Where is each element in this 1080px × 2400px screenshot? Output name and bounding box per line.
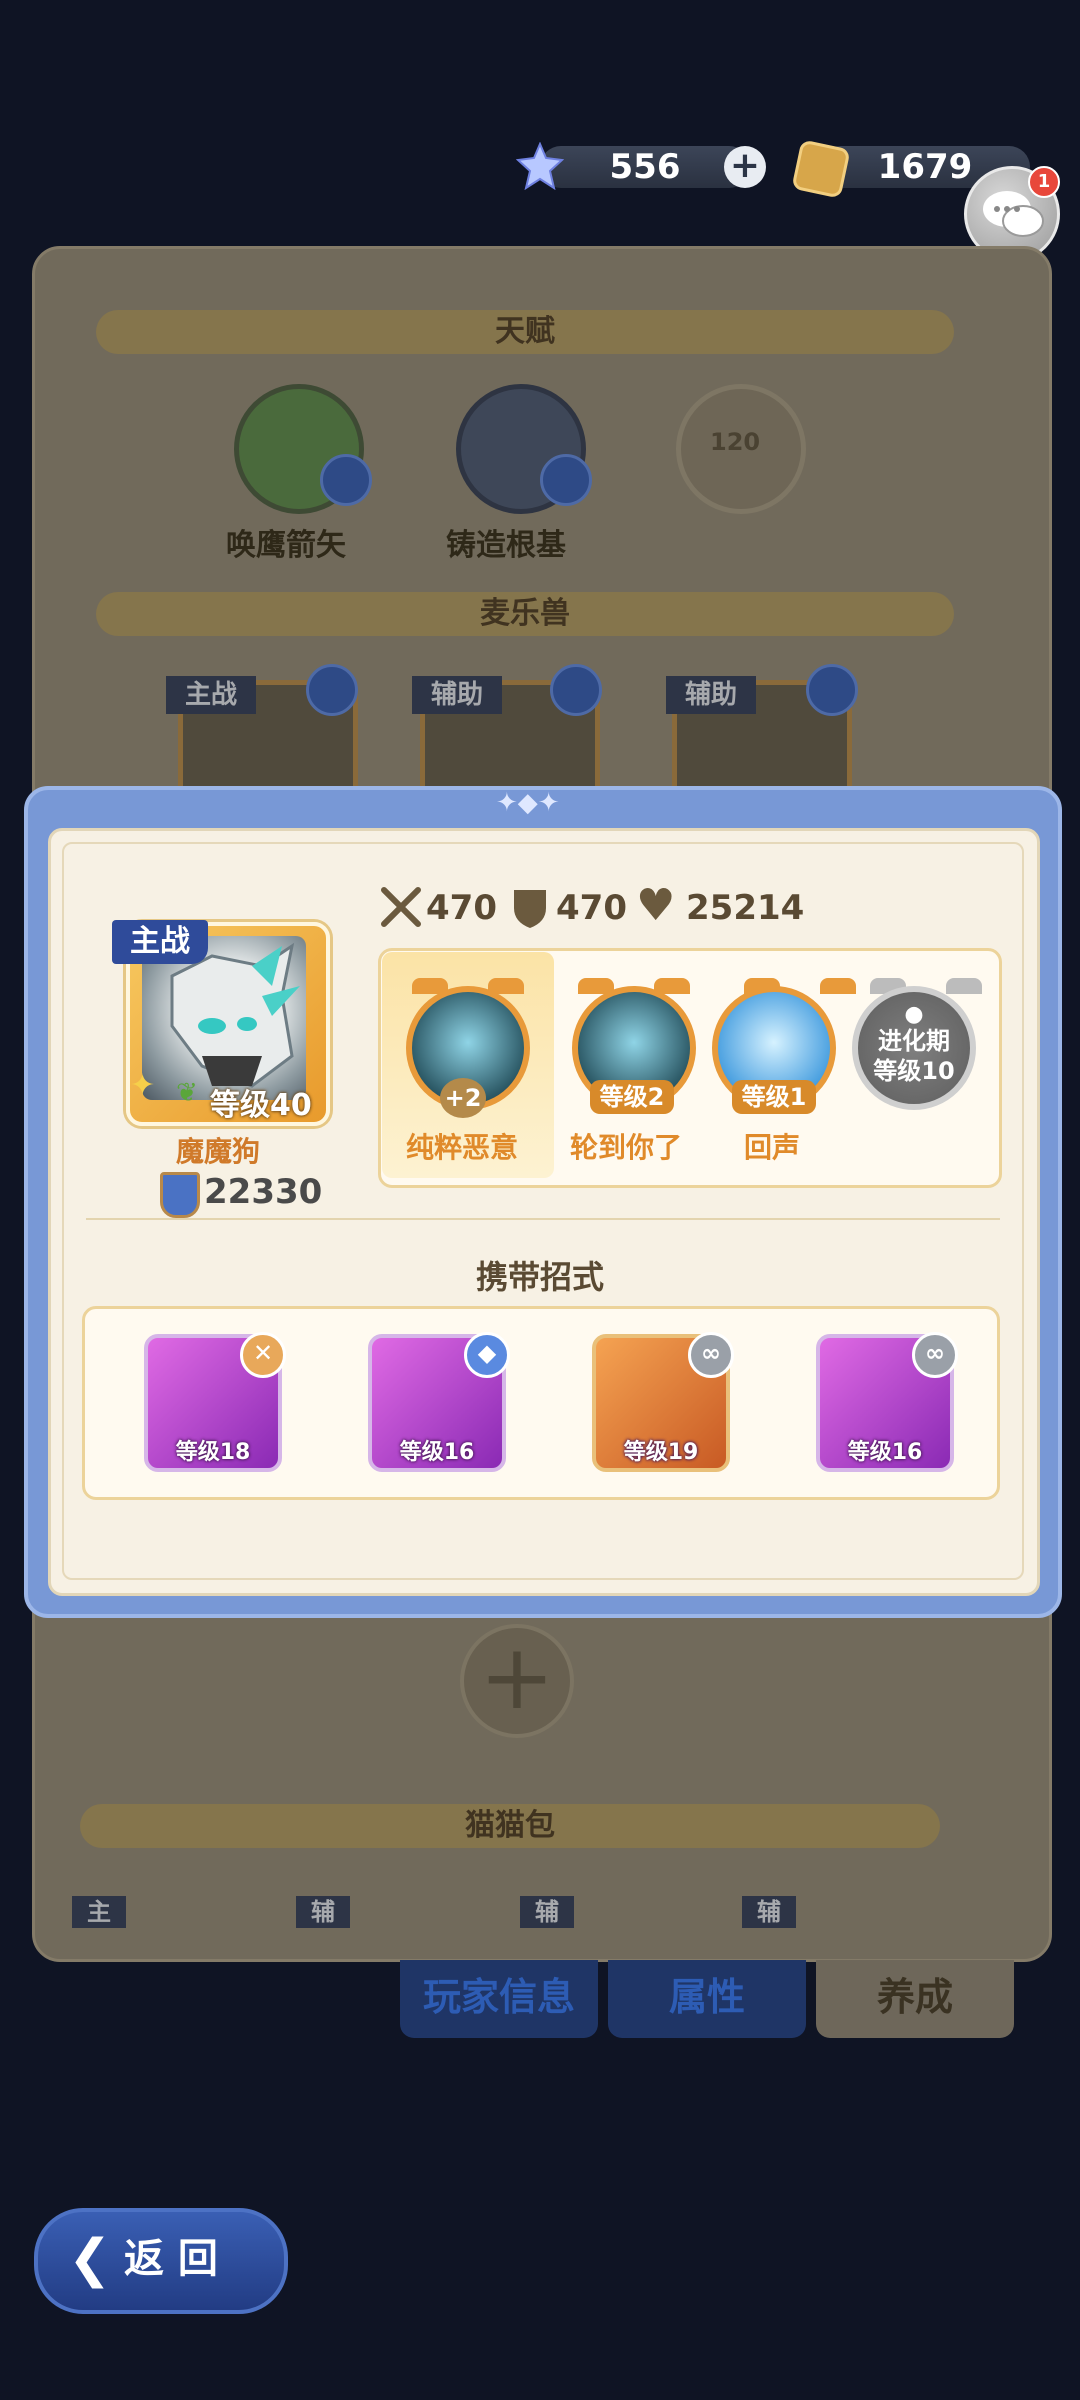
link-type-icon: ∞ <box>688 1332 734 1378</box>
add-pet-button[interactable]: + <box>460 1624 574 1738</box>
pet-tag: 辅助 <box>666 676 756 714</box>
search-icon[interactable] <box>540 454 592 506</box>
hp-heart-icon: ♥ <box>636 880 676 931</box>
move-slot-3[interactable]: 等级19 ∞ <box>592 1332 734 1472</box>
attack-swords-icon <box>381 887 421 927</box>
link-type-icon: ∞ <box>912 1332 958 1378</box>
move-level: 等级16 <box>399 1440 475 1465</box>
back-label: 返 回 <box>124 2236 218 2282</box>
defense-type-icon: ◆ <box>464 1332 510 1378</box>
buy-gems-button[interactable]: + <box>724 146 766 188</box>
trait-level: 等级2 <box>590 1080 674 1114</box>
hp-value: 25214 <box>686 888 805 928</box>
search-icon[interactable] <box>806 664 858 716</box>
move-slot-2[interactable]: 等级16 ◆ <box>368 1332 510 1472</box>
move-level: 等级19 <box>623 1440 699 1465</box>
attack-value: 470 <box>426 888 497 928</box>
search-icon[interactable] <box>550 664 602 716</box>
defense-shield-icon <box>514 890 546 928</box>
locked-line-2: 等级10 <box>873 1057 955 1085</box>
defense-value: 470 <box>556 888 627 928</box>
pet-level: 等级40 <box>210 1088 312 1123</box>
coin-icon <box>791 139 851 199</box>
trait-rank-badge: +2 <box>440 1078 486 1118</box>
sprout-icon: ❦ <box>176 1078 198 1108</box>
pet-tag: 主战 <box>166 676 256 714</box>
divider <box>86 1218 1000 1220</box>
bag-slot-tag: 主 <box>72 1896 126 1928</box>
tab-player-info[interactable]: 玩家信息 <box>400 1960 598 2038</box>
talent-name-1: 唤鹰箭矢 <box>226 528 346 563</box>
combat-power-shield-icon <box>160 1172 200 1218</box>
locked-line-1: 进化期 <box>878 1027 950 1055</box>
bag-section-title: 猫猫包 <box>80 1804 940 1848</box>
search-icon[interactable] <box>306 664 358 716</box>
pet-tag: 辅助 <box>412 676 502 714</box>
locked-trait-slot[interactable]: ● 进化期 等级10 <box>852 986 976 1110</box>
talent-name-2: 铸造根基 <box>446 528 566 563</box>
bag-slot-tag: 辅 <box>742 1896 796 1928</box>
gem-counter: 556 <box>540 146 750 188</box>
move-level: 等级16 <box>847 1440 923 1465</box>
trait-name: 纯粹恶意 <box>406 1131 519 1164</box>
move-level: 等级18 <box>175 1440 251 1465</box>
combat-power-value: 22330 <box>204 1172 323 1212</box>
pet-name: 魔魔狗 <box>176 1135 261 1168</box>
bag-slot-tag: 辅 <box>296 1896 350 1928</box>
move-slot-1[interactable]: 等级18 ✕ <box>144 1332 286 1472</box>
move-slot-4[interactable]: 等级16 ∞ <box>816 1332 958 1472</box>
bag-slot-tag: 辅 <box>520 1896 574 1928</box>
search-icon[interactable] <box>320 454 372 506</box>
talent-unlock-level: 120 <box>710 428 761 456</box>
popup-top-ornament-icon: ✦◆✦ <box>496 788 560 818</box>
tab-attributes[interactable]: 属性 <box>608 1960 806 2038</box>
back-arrow-icon: ❮ <box>68 2229 112 2289</box>
orb-ear-icon <box>820 978 856 994</box>
gem-count: 556 <box>609 147 681 187</box>
trait-name: 轮到你了 <box>570 1131 683 1164</box>
gem-icon <box>516 142 564 190</box>
trait-level: 等级1 <box>732 1080 816 1114</box>
sparkle-icon: ✦ <box>130 1068 156 1103</box>
chat-notification-badge: 1 <box>1028 166 1060 198</box>
tab-cultivate[interactable]: 养成 <box>816 1960 1014 2038</box>
orb-ear-icon <box>946 978 982 994</box>
talent-section-title: 天赋 <box>96 310 954 354</box>
moves-title: 携带招式 <box>475 1258 604 1296</box>
main-battle-tag: 主战 <box>112 920 208 964</box>
pets-section-title: 麦乐兽 <box>96 592 954 636</box>
back-button[interactable]: ❮ 返 回 <box>34 2208 288 2314</box>
attack-type-icon: ✕ <box>240 1332 286 1378</box>
trait-name: 回声 <box>744 1131 801 1164</box>
lock-icon: ● <box>904 1002 924 1027</box>
